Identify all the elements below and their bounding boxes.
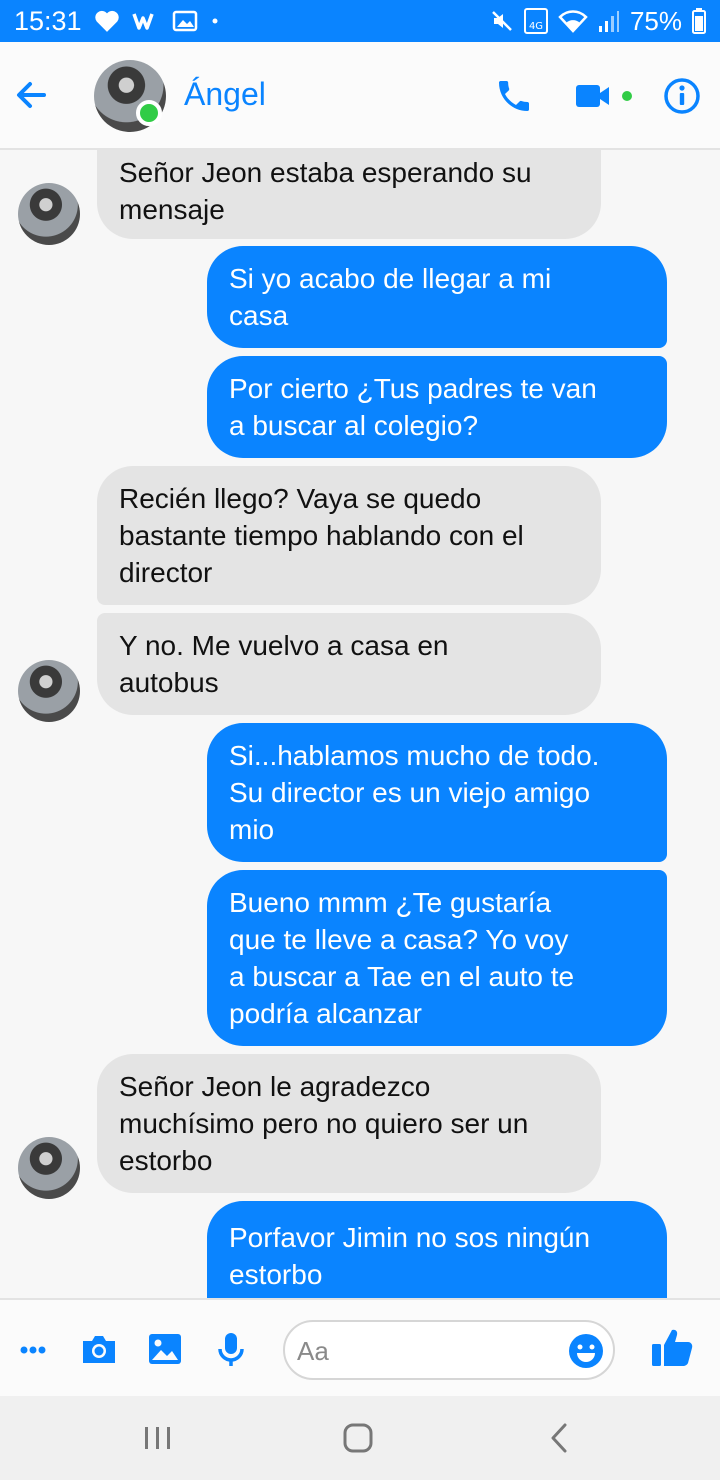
more-icon[interactable] [16, 1330, 54, 1368]
gallery-icon [172, 9, 198, 33]
message-input-container[interactable] [283, 1320, 615, 1380]
sender-avatar[interactable] [18, 183, 80, 245]
wifi-icon [558, 9, 588, 33]
microphone-icon[interactable] [212, 1330, 250, 1368]
signal-icon [598, 9, 620, 33]
message-bubble-outgoing[interactable]: Bueno mmm ¿Te gustaría que te lleve a ca… [207, 870, 667, 1046]
sender-avatar[interactable] [18, 660, 80, 722]
thumbs-up-icon[interactable] [650, 1326, 694, 1370]
message-bubble-outgoing[interactable]: Si...hablamos mucho de todo. Su director… [207, 723, 667, 862]
home-icon[interactable] [338, 1418, 378, 1458]
heart-icon [94, 9, 120, 33]
wattpad-icon [131, 9, 160, 33]
message-bubble-outgoing[interactable]: Si yo acabo de llegar a mi casa [207, 246, 667, 348]
message-bubble-incoming[interactable]: Recién llego? Vaya se quedo bastante tie… [97, 466, 601, 605]
contact-name[interactable]: Ángel [184, 76, 266, 113]
status-bar: 15:31 4G 75% [0, 0, 720, 42]
conversation-header: Ángel [0, 42, 720, 150]
image-icon[interactable] [146, 1330, 184, 1368]
camera-icon[interactable] [80, 1330, 118, 1368]
network-badge: 4G [523, 8, 548, 34]
back-arrow-icon[interactable] [14, 78, 48, 112]
message-bubble-outgoing[interactable]: Porfavor Jimin no sos ningún estorbo [207, 1201, 667, 1298]
svg-text:4G: 4G [529, 21, 543, 32]
recent-apps-icon[interactable] [138, 1418, 178, 1458]
system-navigation-bar [0, 1396, 720, 1480]
message-composer [0, 1298, 720, 1396]
video-camera-icon[interactable] [574, 76, 636, 116]
status-time: 15:31 [14, 5, 82, 36]
message-thread[interactable]: Señor Jeon estaba esperando su mensaje S… [0, 150, 720, 1298]
back-nav-icon[interactable] [540, 1418, 580, 1458]
battery-percentage: 75% [629, 5, 682, 36]
mute-icon [490, 9, 514, 33]
online-status-indicator [136, 100, 162, 126]
phone-icon[interactable] [494, 76, 534, 116]
sender-avatar[interactable] [18, 1137, 80, 1199]
message-bubble-outgoing[interactable]: Por cierto ¿Tus padres te van a buscar a… [207, 356, 667, 458]
message-bubble-incoming[interactable]: Señor Jeon le agradezco muchísimo pero n… [97, 1054, 601, 1193]
emoji-icon[interactable] [567, 1332, 605, 1370]
info-icon[interactable] [662, 76, 702, 116]
message-bubble-incoming[interactable]: Señor Jeon estaba esperando su mensaje [97, 150, 601, 239]
battery-icon [692, 8, 706, 34]
message-input[interactable] [297, 1334, 557, 1368]
dot-icon [210, 16, 220, 26]
message-bubble-incoming[interactable]: Y no. Me vuelvo a casa en autobus [97, 613, 601, 715]
